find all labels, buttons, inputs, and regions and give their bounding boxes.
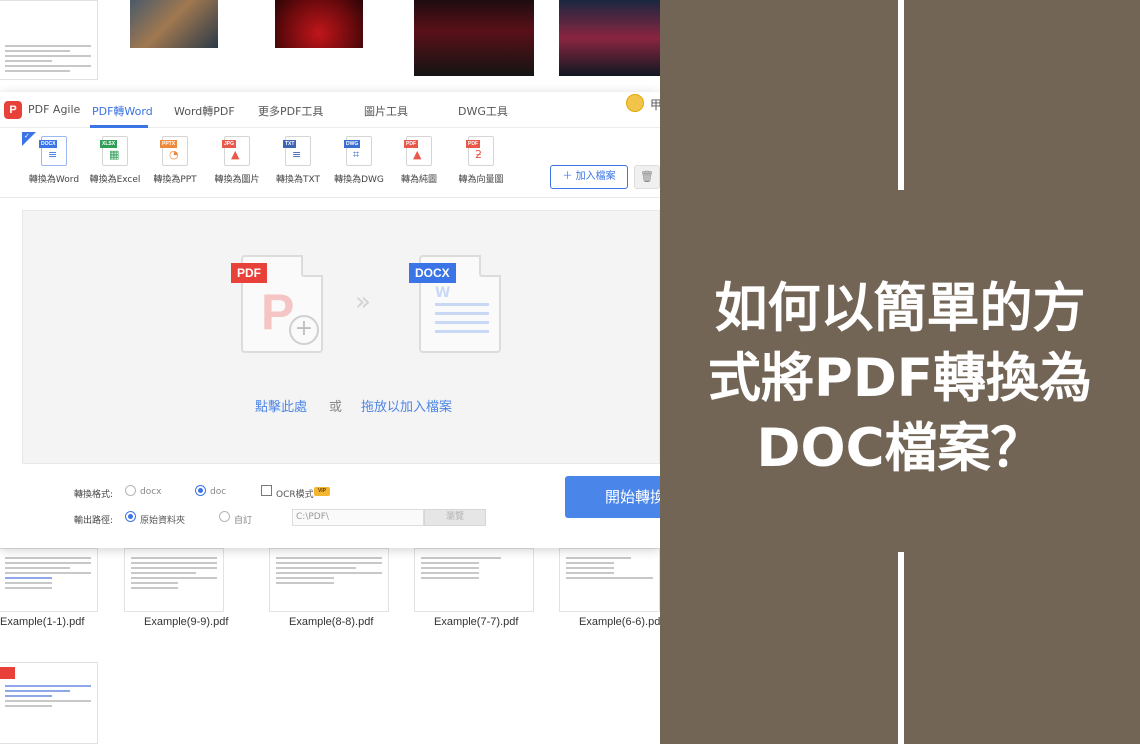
output-path-input[interactable]: C:\PDF\ xyxy=(292,509,424,526)
menu-more-pdf-tools[interactable]: 更多PDF工具 xyxy=(258,103,323,119)
custom-path-radio[interactable] xyxy=(219,511,230,522)
menu-image-tools[interactable]: 圖片工具 xyxy=(364,103,408,119)
menu-word-to-pdf[interactable]: Word轉PDF xyxy=(174,103,235,119)
tool-convert-to-vector[interactable]: PDF ƻ 轉為向量圖 xyxy=(449,136,513,185)
app-logo: P xyxy=(4,101,22,119)
article-headline: 如何以簡單的方 式將PDF轉換為 DOC檔案？ xyxy=(660,274,1140,484)
original-folder-radio[interactable] xyxy=(125,511,136,522)
tool-convert-to-txt[interactable]: TXT ≡ 轉換為TXT xyxy=(266,136,330,185)
add-file-label: 加入檔案 xyxy=(575,171,616,182)
tool-label: 轉換為TXT xyxy=(275,175,320,185)
file-thumbnail-example-6-6[interactable] xyxy=(559,548,660,612)
tool-label: 轉換為Excel xyxy=(89,175,141,185)
format-doc-label[interactable]: doc xyxy=(210,487,226,497)
file-thumbnail[interactable] xyxy=(414,0,534,80)
file-thumbnail[interactable] xyxy=(559,0,660,80)
start-convert-button[interactable]: 開始轉換 xyxy=(565,476,660,518)
browse-button[interactable]: 瀏覽 xyxy=(424,509,486,526)
user-avatar-icon[interactable] xyxy=(626,94,644,112)
txt-file-icon: TXT ≡ xyxy=(283,136,311,166)
file-name-label[interactable]: Example(6-6).pdf xyxy=(579,616,663,628)
file-name-label[interactable]: Example(7-7).pdf xyxy=(434,616,518,628)
file-thumbnail[interactable] xyxy=(269,0,369,80)
ocr-label[interactable]: OCR模式 xyxy=(276,487,314,500)
click-here-link[interactable]: 點擊此處 xyxy=(255,396,307,415)
pdf-image-icon: PDF ▲ xyxy=(404,136,432,166)
tool-convert-to-image[interactable]: JPG ▲ 轉換為圖片 xyxy=(205,136,269,185)
output-path-label: 輸出路徑: xyxy=(74,516,114,526)
tool-convert-to-dwg[interactable]: DWG ⌗ 轉換為DWG xyxy=(327,136,391,185)
file-name-label[interactable]: Example(1-1).pdf xyxy=(0,616,84,628)
file-drop-zone[interactable]: P + PDF » W DOCX 點擊此處 或 拖放以加入檔案 xyxy=(22,210,660,464)
format-label: 轉換格式: xyxy=(74,490,114,500)
tool-convert-to-excel[interactable]: XLSX ▦ 轉換為Excel xyxy=(83,136,147,185)
file-name-label[interactable]: Example(8-8).pdf xyxy=(289,616,373,628)
file-thumbnail-example-9-9[interactable] xyxy=(124,548,224,612)
tool-convert-to-ppt[interactable]: PPTX ◔ 轉換為PPT xyxy=(143,136,207,185)
vip-badge: VIP xyxy=(314,487,330,496)
format-docx-label[interactable]: docx xyxy=(140,487,162,497)
excel-file-icon: XLSX ▦ xyxy=(100,136,128,166)
menu-dwg-tools[interactable]: DWG工具 xyxy=(458,103,508,119)
image-file-icon: JPG ▲ xyxy=(222,136,250,166)
word-file-icon: DOCX ≡ xyxy=(39,136,67,166)
file-name-label[interactable]: Example(9-9).pdf xyxy=(144,616,228,628)
headline-line-3: DOC檔案？ xyxy=(756,418,1044,479)
tool-label: 轉為向量圖 xyxy=(458,175,504,185)
title-panel: 如何以簡單的方 式將PDF轉換為 DOC檔案？ xyxy=(660,0,1140,744)
divider-line-bottom xyxy=(898,552,904,744)
top-menu-bar: P PDF Agile PDF轉Word Word轉PDF 更多PDF工具 圖片… xyxy=(0,92,662,128)
file-thumbnail[interactable] xyxy=(0,662,98,744)
custom-path-label[interactable]: 自訂 xyxy=(234,513,252,526)
menu-pdf-to-word[interactable]: PDF轉Word xyxy=(92,103,153,119)
file-thumbnail[interactable] xyxy=(0,0,98,80)
tool-label: 轉換為DWG xyxy=(334,175,384,185)
add-file-button[interactable]: ＋ 加入檔案 xyxy=(550,165,628,189)
pdf-badge: PDF xyxy=(231,263,267,283)
tool-label: 轉為純圖 xyxy=(400,175,437,185)
format-doc-radio[interactable] xyxy=(195,485,206,496)
tool-label: 轉換為PPT xyxy=(153,175,197,185)
file-thumbnail-example-1-1[interactable] xyxy=(0,548,98,612)
headline-line-2: 式將PDF轉換為 xyxy=(707,348,1093,409)
ocr-checkbox[interactable] xyxy=(261,485,272,496)
tool-convert-to-word[interactable]: DOCX ≡ 轉換為Word xyxy=(22,136,86,185)
headline-line-1: 如何以簡單的方 xyxy=(714,278,1086,339)
double-arrow-icon: » xyxy=(355,287,371,317)
ppt-file-icon: PPTX ◔ xyxy=(160,136,188,166)
menu-pdf-agile[interactable]: PDF Agile xyxy=(28,103,80,116)
tool-label: 轉換為圖片 xyxy=(214,175,260,185)
file-thumbnail-example-7-7[interactable] xyxy=(414,548,534,612)
docx-badge: DOCX xyxy=(409,263,456,283)
or-text: 或 xyxy=(329,400,343,415)
tool-label: 轉換為Word xyxy=(28,175,80,185)
plus-circle-icon: + xyxy=(289,315,319,345)
dwg-file-icon: DWG ⌗ xyxy=(344,136,372,166)
drag-to-add-link[interactable]: 拖放以加入檔案 xyxy=(361,396,452,415)
format-docx-radio[interactable] xyxy=(125,485,136,496)
trash-icon[interactable]: 🗑 xyxy=(634,165,660,189)
divider-line-top xyxy=(898,0,904,190)
original-folder-label[interactable]: 原始資料夾 xyxy=(140,513,185,526)
tool-convert-to-pure-image[interactable]: PDF ▲ 轉為純圖 xyxy=(387,136,451,185)
file-thumbnail[interactable] xyxy=(124,0,224,80)
pdf-agile-window: P PDF Agile PDF轉Word Word轉PDF 更多PDF工具 圖片… xyxy=(0,92,662,548)
plus-icon: ＋ xyxy=(562,171,573,182)
pdf-vector-icon: PDF ƻ xyxy=(466,136,494,166)
file-thumbnail-example-8-8[interactable] xyxy=(269,548,389,612)
